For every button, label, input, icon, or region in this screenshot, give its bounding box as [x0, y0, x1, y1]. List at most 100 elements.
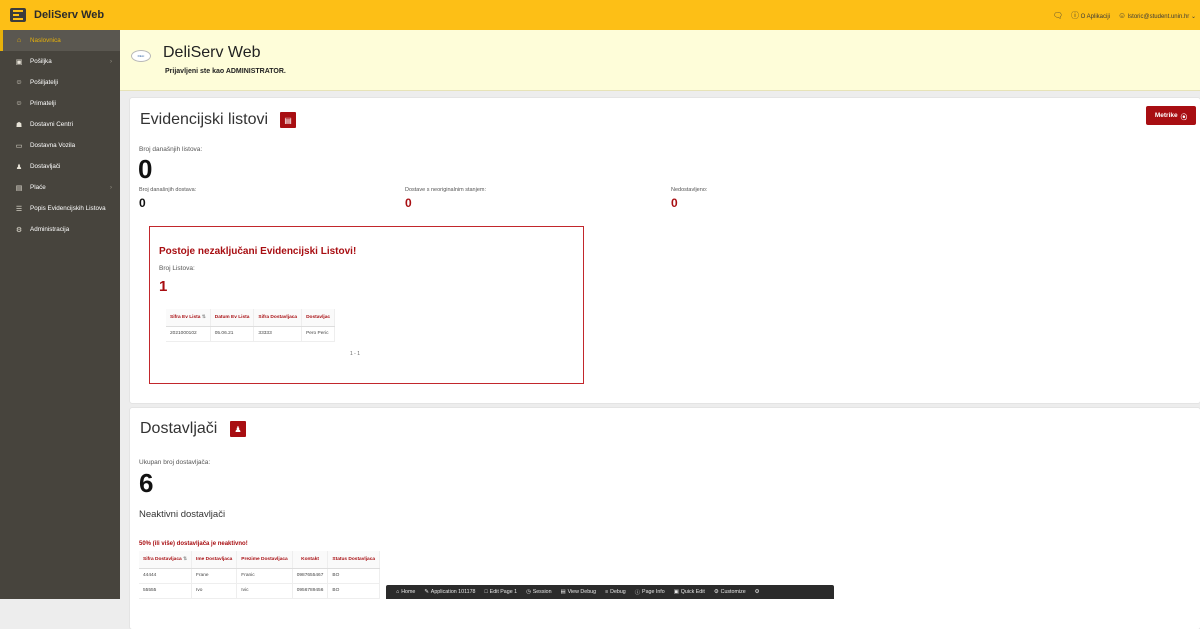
hero-banner: DELI DeliServ Web Prijavljeni ste kao AD… — [120, 30, 1200, 91]
column-header[interactable]: Sifra Ev Lista ⇅ — [166, 309, 211, 327]
column-header-label: Dostavljac — [306, 314, 331, 320]
metrike-button[interactable]: Metrike ⦿ — [1146, 106, 1196, 125]
sidebar-item[interactable]: ☗ Dostavni Centri — [0, 114, 120, 135]
today-deliveries-value: 0 — [139, 196, 146, 210]
menu-toggle-icon[interactable] — [10, 8, 26, 22]
table-cell: Ivo — [191, 583, 238, 599]
inactive-heading: Neaktivni dostavljači — [139, 509, 226, 520]
today-deliveries-label: Broj današnjih dostava: — [139, 187, 197, 193]
list-icon: ☰ — [15, 205, 23, 213]
devbar-item-label: Customize — [720, 589, 746, 595]
inactive-warning: 50% (ili više) dostavljača je neaktivno! — [139, 541, 248, 547]
column-header-label: Datum Ev Lista — [214, 314, 250, 320]
column-header-label: Ime Dostavljaca — [196, 556, 233, 562]
alert-count-value: 1 — [159, 278, 168, 295]
devbar-item-icon: ▣ — [673, 589, 679, 595]
devbar-item-label: Quick Edit — [680, 589, 705, 595]
sidebar-item[interactable]: ♟ Dostavljači — [0, 156, 120, 177]
chevron-right-icon: › — [110, 58, 112, 65]
column-header[interactable]: Dostavljac — [301, 309, 336, 327]
hero-subtitle: Prijavljeni ste kao ADMINISTRATOR. — [165, 68, 286, 75]
table-cell: 0987655467 — [292, 568, 329, 584]
table-row: 55555 Ivo Ivic 0956789456 BO — [139, 583, 381, 599]
sidebar-item-label: Primatelji — [30, 100, 56, 107]
pagination-info: 1 - 1 — [350, 351, 361, 357]
devbar-item-label: Debug — [610, 589, 626, 595]
unoriginal-value: 0 — [405, 196, 412, 210]
sidebar-item-label: Administracija — [30, 226, 70, 233]
sidebar-item-label: Plaće — [30, 184, 46, 191]
undelivered-label: Nedostavljeno: — [671, 187, 708, 193]
devbar-item[interactable]: ✎ Application 101178 — [424, 589, 475, 595]
chat-icon[interactable]: 🗨 — [1053, 11, 1063, 20]
column-header[interactable]: Kontakt — [292, 551, 329, 569]
app-logo: DELI — [131, 50, 151, 62]
devbar-item[interactable]: ▣ Quick Edit — [674, 589, 705, 595]
column-header-label: Sifra Dostavljaca — [258, 314, 298, 320]
devbar-item-label: Application 101178 — [430, 589, 476, 595]
devbar-item[interactable]: ▤ View Debug — [561, 589, 596, 595]
user-menu[interactable]: ☺ lstoric@student.unin.hr ⌄ — [1118, 11, 1196, 20]
app-title[interactable]: DeliServ Web — [34, 9, 104, 21]
devbar-item-label: View Debug — [567, 589, 597, 595]
sidebar-item-label: Pošiljatelji — [30, 79, 58, 86]
user-label: lstoric@student.unin.hr — [1127, 13, 1190, 20]
info-icon: ⓘ — [1070, 10, 1079, 20]
today-lists-label: Broj današnjih listova: — [139, 146, 203, 153]
devbar-item-label: Page Info — [642, 589, 665, 595]
table-cell: Pero Peric — [301, 326, 336, 342]
sidebar-item[interactable]: ☰ Popis Evidencijskih Listova — [0, 198, 120, 219]
column-header[interactable]: Datum Ev Lista — [210, 309, 255, 327]
users-icon: ♟ — [230, 421, 246, 437]
sort-icon: ⇅ — [200, 314, 206, 320]
devbar-item[interactable]: ⌂ Home — [396, 589, 415, 595]
table-header-row: Sifra Ev Lista ⇅ Datum Ev Lista Sifra Dost… — [166, 309, 336, 327]
table-row: 2021000102 05.06.21 33333 Pero Peric — [166, 326, 336, 342]
devbar-item-label: Edit Page 1 — [489, 589, 518, 595]
table-cell: 2021000102 — [166, 326, 211, 342]
chevron-circle-icon: ⦿ — [1180, 113, 1188, 121]
settings-icon[interactable]: ⚙ — [755, 589, 760, 595]
column-header-label: Sifra Ev Lista — [170, 314, 201, 320]
about-link[interactable]: ⓘ O Aplikaciji — [1071, 10, 1110, 21]
sidebar-item[interactable]: ☺ Pošiljatelji — [0, 72, 120, 93]
vehicle-icon: ▭ — [15, 142, 23, 150]
column-header[interactable]: Prezime Dostavljaca — [236, 551, 293, 569]
chevron-right-icon: › — [110, 184, 112, 191]
sidebar-item[interactable]: ⌂ Naslovnica — [0, 30, 120, 51]
column-header[interactable]: Status Dostavljaca — [327, 551, 381, 569]
sidebar-item-label: Popis Evidencijskih Listova — [30, 205, 106, 212]
table-row: 44444 Frane Franic 0987655467 BO — [139, 568, 381, 584]
table-cell: 33333 — [253, 326, 303, 342]
undelivered-value: 0 — [671, 196, 678, 210]
total-couriers-label: Ukupan broj dostavljača: — [139, 459, 211, 466]
today-lists-value: 0 — [138, 154, 153, 184]
column-header-label: Prezime Dostavljaca — [241, 556, 288, 562]
sidebar-item[interactable]: ▭ Dostavna Vozila — [0, 135, 120, 156]
devbar-item-label: Session — [532, 589, 552, 595]
hero-title: DeliServ Web — [163, 44, 261, 61]
sidebar-item-label: Dostavni Centri — [30, 121, 74, 128]
inactive-couriers-table: Sifra Dostavljaca ⇅ Ime Dostavljaca Prezim… — [139, 551, 381, 599]
devbar-item-icon: ⓘ — [634, 590, 641, 596]
sidebar-item[interactable]: ☺ Primatelji — [0, 93, 120, 114]
column-header[interactable]: Sifra Dostavljaca — [253, 309, 303, 327]
devbar-item-icon: ▤ — [560, 589, 566, 595]
sidebar-item[interactable]: ▤ Plaće › — [0, 177, 120, 198]
about-label: O Aplikaciji — [1080, 13, 1110, 20]
devbar-item[interactable]: ≡ Debug — [605, 589, 626, 595]
devbar-item[interactable]: ⓘ Page Info — [635, 588, 665, 596]
sidebar-item[interactable]: ⚙ Administracija — [0, 219, 120, 240]
devbar-item-icon: ◷ — [526, 589, 531, 595]
devbar-item[interactable]: ⚙ Customize — [714, 589, 746, 595]
unoriginal-label: Dostave s neoriginalnim stanjem: — [405, 187, 487, 193]
column-header[interactable]: Ime Dostavljaca — [191, 551, 238, 569]
column-header-label: Status Dostavljaca — [332, 556, 376, 562]
table-cell: 55555 — [139, 583, 193, 599]
devbar-item[interactable]: ◷ Session — [526, 589, 551, 595]
column-header[interactable]: Sifra Dostavljaca ⇅ — [139, 551, 193, 569]
table-cell: Frane — [191, 568, 238, 584]
devbar-item-icon: ✎ — [424, 589, 429, 595]
sidebar-item[interactable]: ▣ Pošiljka › — [0, 51, 120, 72]
devbar-item[interactable]: □ Edit Page 1 — [484, 589, 517, 595]
